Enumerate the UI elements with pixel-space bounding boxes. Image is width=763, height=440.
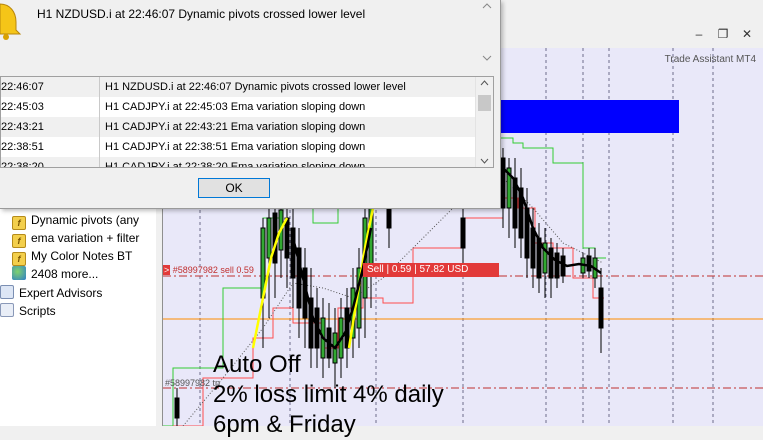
order-id-label: > #58997982 sell 0.59 [163, 264, 257, 276]
alert-text: H1 CADJPY.i at 22:43:21 Ema variation sl… [105, 121, 366, 133]
list-item[interactable]: 22:38:51 H1 CADJPY.i at 22:38:51 Ema var… [1, 137, 477, 157]
navigator-item-expert-advisors[interactable]: Expert Advisors [0, 284, 102, 302]
note-line: 2% loss limit 4% daily [213, 381, 444, 408]
alert-time: 22:43:21 [1, 121, 44, 133]
navigator-item-ema-variation[interactable]: f ema variation + filter [12, 229, 140, 248]
alert-text: H1 CADJPY.i at 22:38:51 Ema variation sl… [105, 141, 366, 153]
restore-icon[interactable]: ❐ [712, 26, 734, 42]
order-id-text: #58997982 sell 0.59 [172, 265, 254, 275]
navigator-item-label: Scripts [19, 304, 56, 318]
highlight-bar [471, 100, 679, 133]
alert-time: 22:46:07 [1, 81, 44, 93]
note-line: 6pm & Friday [213, 411, 356, 438]
indicator-icon: f [12, 216, 26, 230]
list-item[interactable]: 22:45:03 H1 CADJPY.i at 22:45:03 Ema var… [1, 97, 477, 117]
alert-time: 22:45:03 [1, 101, 44, 113]
navigator-item-dynamic-pivots[interactable]: f Dynamic pivots (any [12, 211, 140, 230]
scripts-icon [0, 303, 14, 317]
navigator-item-label: My Color Notes BT [31, 249, 133, 263]
note-line: Auto Off [213, 351, 301, 378]
alert-text: H1 CADJPY.i at 22:45:03 Ema variation sl… [105, 101, 366, 113]
navigator-item-label: 2408 more... [31, 267, 99, 281]
navigator-item-label: Dynamic pivots (any [31, 213, 140, 227]
navigator-item-label: Expert Advisors [19, 286, 103, 300]
list-item[interactable]: 22:38:20 H1 CADJPY.i at 22:38:20 Ema var… [1, 157, 477, 168]
scroll-thumb [478, 95, 491, 111]
trade-assistant-label: Trade Assistant MT4 [664, 54, 756, 65]
expert-advisors-icon [0, 285, 14, 299]
ok-button[interactable]: OK [198, 178, 270, 198]
navigator-item-label: ema variation + filter [31, 231, 140, 245]
scroll-up-icon [480, 80, 489, 86]
alert-message: H1 NZDUSD.i at 22:46:07 Dynamic pivots c… [37, 7, 366, 21]
indicator-icon: f [12, 234, 26, 248]
globe-icon [12, 266, 26, 280]
list-item[interactable]: 22:43:21 H1 CADJPY.i at 22:43:21 Ema var… [1, 117, 477, 137]
minimize-icon[interactable]: – [688, 26, 710, 42]
navigator-panel: f Dynamic pivots (any f ema variation + fi… [0, 200, 156, 426]
navigator-item-color-notes[interactable]: f My Color Notes BT [12, 247, 133, 266]
alert-text: H1 CADJPY.i at 22:38:20 Ema variation sl… [105, 161, 366, 168]
order-tag: > [163, 265, 171, 275]
alert-dialog: H1 NZDUSD.i at 22:46:07 Dynamic pivots c… [0, 0, 501, 209]
bell-icon [0, 3, 22, 40]
scroll-down-icon [480, 158, 489, 164]
alert-time: 22:38:20 [1, 161, 44, 168]
list-item[interactable]: 22:46:07 H1 NZDUSD.i at 22:46:07 Dynamic… [1, 77, 477, 97]
navigator-item-more[interactable]: 2408 more... [12, 265, 98, 283]
sell-order-label[interactable]: Sell | 0.59 | 57.82 USD [363, 263, 499, 277]
alert-text: H1 NZDUSD.i at 22:46:07 Dynamic pivots c… [105, 81, 406, 93]
list-scrollbar[interactable] [475, 77, 493, 167]
navigator-item-scripts[interactable]: Scripts [0, 302, 56, 320]
take-profit-label: #58997982 tp [165, 378, 221, 388]
message-scrollbar[interactable] [478, 0, 496, 66]
pivot-line-2 [502, 167, 602, 275]
alert-history-list[interactable]: 22:46:07 H1 NZDUSD.i at 22:46:07 Dynamic… [0, 76, 494, 168]
alert-time: 22:38:51 [1, 141, 44, 153]
indicator-icon: f [12, 252, 26, 266]
color-note: Auto Off 2% loss limit 4% daily 6pm & Fr… [213, 350, 444, 440]
close-icon[interactable]: ✕ [736, 26, 758, 42]
